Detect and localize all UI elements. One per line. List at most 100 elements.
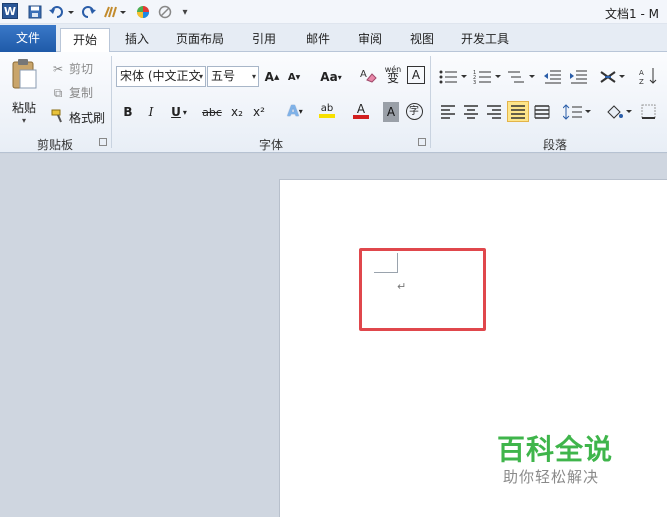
format-painter-icon[interactable] bbox=[102, 3, 130, 21]
font-name-select[interactable]: 宋体 (中文正文 ▾ bbox=[116, 66, 206, 87]
align-right-button[interactable] bbox=[484, 102, 504, 122]
tab-home[interactable]: 开始 bbox=[60, 28, 110, 53]
increase-indent-button[interactable] bbox=[568, 67, 590, 87]
multilevel-list-icon bbox=[508, 71, 535, 83]
sort-icon: AZ bbox=[639, 68, 657, 85]
svg-text:A: A bbox=[639, 69, 644, 77]
bullets-button[interactable] bbox=[438, 67, 468, 87]
character-shading-button[interactable]: A bbox=[383, 102, 399, 122]
tab-developer[interactable]: 开发工具 bbox=[454, 28, 516, 52]
font-color-icon: A bbox=[356, 101, 366, 116]
clear-formatting-button[interactable]: A bbox=[358, 66, 378, 86]
text-effects-button[interactable]: A ▾ bbox=[280, 101, 310, 121]
align-center-icon bbox=[464, 105, 478, 119]
line-spacing-button[interactable] bbox=[562, 102, 592, 122]
tab-insert[interactable]: 插入 bbox=[118, 28, 156, 52]
distributed-button[interactable] bbox=[532, 102, 552, 122]
justify-icon bbox=[511, 104, 525, 119]
font-name-value: 宋体 (中文正文 bbox=[120, 69, 201, 83]
numbering-button[interactable]: 123 bbox=[472, 67, 502, 87]
tab-file[interactable]: 文件 bbox=[0, 25, 56, 52]
shading-button[interactable] bbox=[604, 102, 634, 122]
paragraph-group-label: 段落 bbox=[542, 138, 567, 152]
svg-text:A: A bbox=[360, 69, 367, 80]
redo-icon[interactable] bbox=[80, 3, 98, 21]
shrink-font-button[interactable]: A ▼ bbox=[286, 67, 302, 87]
tab-references[interactable]: 引用 bbox=[244, 28, 284, 52]
color-wheel-icon[interactable] bbox=[134, 3, 152, 21]
align-center-button[interactable] bbox=[461, 102, 481, 122]
tab-page-layout[interactable]: 页面布局 bbox=[170, 28, 230, 52]
justify-button[interactable] bbox=[507, 101, 529, 122]
chinese-layout-button[interactable] bbox=[598, 67, 628, 87]
borders-button[interactable] bbox=[640, 102, 664, 122]
enclose-characters-button[interactable]: 字 bbox=[404, 101, 424, 121]
copy-button[interactable]: ⧉ 复制 bbox=[50, 84, 93, 101]
line-spacing-icon bbox=[563, 104, 591, 120]
paste-button[interactable]: 粘贴 ▾ bbox=[8, 58, 40, 125]
change-case-button[interactable]: Aa ▾ bbox=[318, 67, 344, 87]
align-left-button[interactable] bbox=[438, 102, 458, 122]
sort-button[interactable]: AZ bbox=[638, 66, 660, 86]
italic-button[interactable]: I bbox=[142, 102, 160, 122]
format-painter-button[interactable]: 格式刷 bbox=[50, 109, 105, 126]
chinese-layout-icon bbox=[600, 71, 625, 83]
ribbon-tabs: 文件 开始 插入 页面布局 引用 邮件 审阅 视图 开发工具 bbox=[0, 24, 667, 53]
cut-label: 剪切 bbox=[69, 62, 94, 76]
font-launcher-icon[interactable] bbox=[418, 138, 426, 146]
bullets-icon bbox=[439, 70, 467, 84]
window-title: 文档1 - M bbox=[605, 7, 659, 21]
paste-label: 粘贴 bbox=[11, 101, 36, 115]
clipboard-launcher-icon[interactable] bbox=[99, 138, 107, 146]
highlight-annotation-box bbox=[359, 248, 486, 331]
font-size-value: 五号 bbox=[211, 69, 236, 83]
tab-review[interactable]: 审阅 bbox=[350, 28, 390, 52]
shrink-font-icon: A bbox=[287, 71, 296, 83]
watermark-subtitle: 助你轻松解决 bbox=[503, 468, 600, 486]
undo-icon[interactable] bbox=[48, 3, 76, 21]
underline-icon: U bbox=[171, 105, 181, 119]
distributed-icon bbox=[534, 105, 550, 119]
quick-access-toolbar: W ▾ 文档1 - M bbox=[0, 0, 667, 24]
group-divider bbox=[111, 56, 112, 148]
underline-button[interactable]: U ▾ bbox=[165, 102, 193, 122]
subscript-button[interactable]: x₂ bbox=[228, 102, 246, 122]
svg-text:Z: Z bbox=[639, 78, 644, 85]
eraser-icon: A bbox=[359, 66, 377, 87]
customize-icon[interactable]: ▾ bbox=[178, 3, 192, 21]
phonetic-guide-char: 变 bbox=[386, 71, 399, 85]
grow-font-button[interactable]: A ▲ bbox=[264, 67, 280, 87]
clipboard-group-label: 剪贴板 bbox=[36, 138, 73, 152]
multilevel-list-button[interactable] bbox=[506, 67, 536, 87]
font-color-button[interactable]: A bbox=[346, 101, 376, 121]
change-case-icon: Aa bbox=[320, 70, 338, 84]
decrease-indent-icon bbox=[544, 70, 561, 84]
copy-icon: ⧉ bbox=[53, 85, 63, 100]
paint-bucket-icon bbox=[607, 105, 632, 119]
font-size-select[interactable]: 五号 ▾ bbox=[207, 66, 259, 87]
text-highlight-button[interactable]: ab bbox=[312, 101, 342, 121]
cut-button[interactable]: ✂ 剪切 bbox=[50, 60, 93, 77]
format-painter-label: 格式刷 bbox=[69, 111, 106, 125]
phonetic-guide-button[interactable]: wén 变 bbox=[382, 64, 404, 84]
tab-mailings[interactable]: 邮件 bbox=[298, 28, 338, 52]
clear-icon[interactable] bbox=[156, 3, 174, 21]
decrease-indent-button[interactable] bbox=[542, 67, 564, 87]
watermark-title: 百科全说 bbox=[497, 433, 614, 466]
copy-label: 复制 bbox=[69, 86, 94, 100]
grow-font-icon: A bbox=[264, 70, 274, 84]
group-divider bbox=[430, 56, 431, 148]
bold-button[interactable]: B bbox=[119, 102, 137, 122]
font-group-label: 字体 bbox=[258, 138, 283, 152]
align-right-icon bbox=[487, 105, 501, 119]
scissors-icon: ✂ bbox=[52, 61, 64, 76]
character-border-button[interactable]: A bbox=[407, 66, 425, 84]
word-logo-icon: W bbox=[2, 3, 18, 19]
tab-view[interactable]: 视图 bbox=[402, 28, 442, 52]
increase-indent-icon bbox=[570, 70, 587, 84]
chevron-down-icon: ▾ bbox=[251, 72, 256, 81]
superscript-button[interactable]: x² bbox=[250, 102, 268, 122]
strikethrough-button[interactable]: abc bbox=[200, 102, 224, 122]
save-icon[interactable] bbox=[26, 3, 44, 21]
align-left-icon bbox=[441, 105, 455, 119]
